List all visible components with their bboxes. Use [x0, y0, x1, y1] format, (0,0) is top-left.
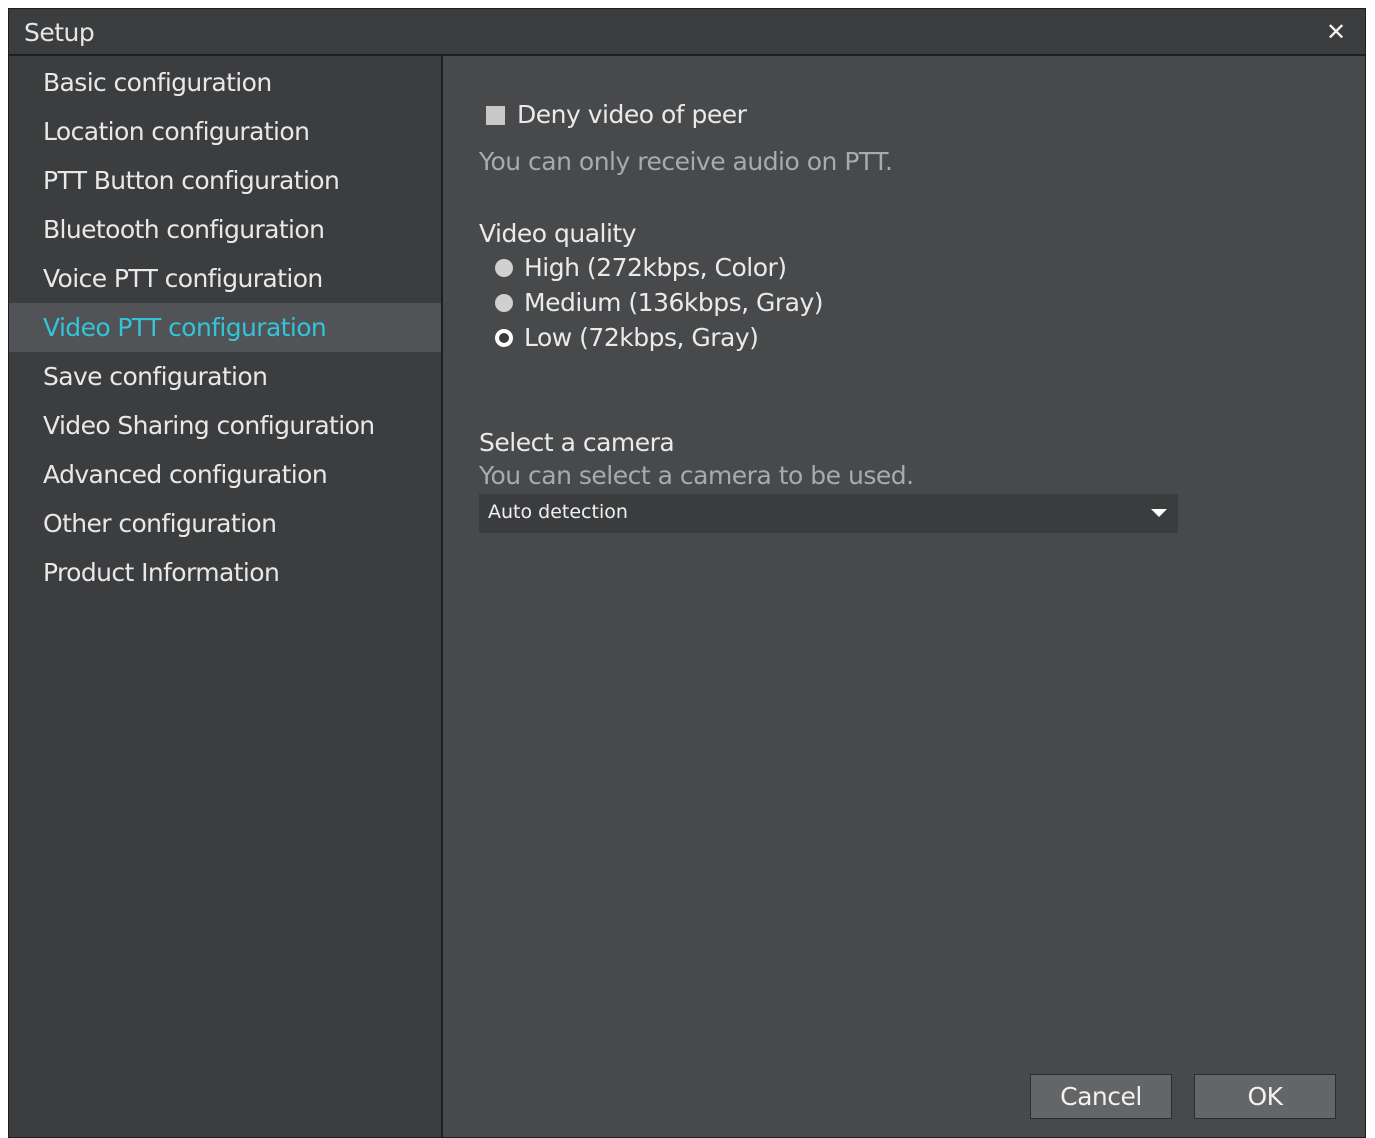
quality-low-label[interactable]: Low (72kbps, Gray) — [524, 323, 759, 352]
camera-label: Select a camera — [479, 428, 675, 457]
cancel-button[interactable]: Cancel — [1030, 1074, 1172, 1119]
deny-video-hint: You can only receive audio on PTT. — [479, 147, 893, 176]
deny-video-label[interactable]: Deny video of peer — [517, 100, 747, 129]
ok-button[interactable]: OK — [1194, 1074, 1336, 1119]
quality-medium-label[interactable]: Medium (136kbps, Gray) — [524, 288, 824, 317]
setup-dialog: Setup ✕ Basic configuration Location con… — [8, 8, 1366, 1138]
video-ptt-panel: Deny video of peer You can only receive … — [443, 56, 1365, 1137]
sidebar-item-product-information[interactable]: Product Information — [9, 548, 441, 597]
sidebar-item-advanced[interactable]: Advanced configuration — [9, 450, 441, 499]
quality-high-radio[interactable] — [495, 259, 513, 277]
chevron-down-icon — [1151, 509, 1167, 517]
sidebar-item-video-ptt[interactable]: Video PTT configuration — [9, 303, 441, 352]
quality-medium-radio[interactable] — [495, 294, 513, 312]
title-bar[interactable]: Setup ✕ — [9, 9, 1365, 56]
quality-high-label[interactable]: High (272kbps, Color) — [524, 253, 787, 282]
sidebar-item-basic[interactable]: Basic configuration — [9, 58, 441, 107]
sidebar-item-video-sharing[interactable]: Video Sharing configuration — [9, 401, 441, 450]
sidebar: Basic configuration Location configurati… — [9, 56, 443, 1137]
video-quality-label: Video quality — [479, 219, 637, 248]
sidebar-item-ptt-button[interactable]: PTT Button configuration — [9, 156, 441, 205]
camera-hint: You can select a camera to be used. — [479, 461, 914, 490]
close-icon: ✕ — [1325, 18, 1347, 46]
dialog-title: Setup — [24, 18, 95, 47]
sidebar-item-location[interactable]: Location configuration — [9, 107, 441, 156]
camera-select-value: Auto detection — [488, 501, 628, 523]
close-button[interactable]: ✕ — [1323, 17, 1349, 47]
quality-low-radio[interactable] — [495, 329, 513, 347]
camera-select[interactable]: Auto detection — [479, 494, 1178, 533]
sidebar-item-bluetooth[interactable]: Bluetooth configuration — [9, 205, 441, 254]
deny-video-checkbox[interactable] — [486, 106, 505, 125]
sidebar-item-other[interactable]: Other configuration — [9, 499, 441, 548]
sidebar-item-save[interactable]: Save configuration — [9, 352, 441, 401]
sidebar-item-voice-ptt[interactable]: Voice PTT configuration — [9, 254, 441, 303]
